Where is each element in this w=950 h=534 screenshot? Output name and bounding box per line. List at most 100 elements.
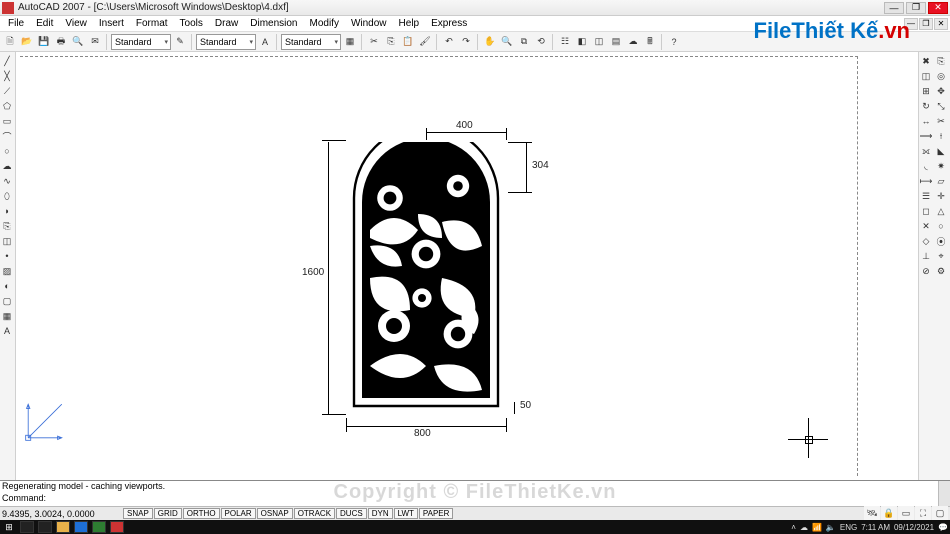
mdi-minimize[interactable]: — xyxy=(904,18,918,30)
menu-format[interactable]: Format xyxy=(130,18,174,29)
taskbar-cortana-icon[interactable] xyxy=(20,521,34,533)
fillet-icon[interactable]: ◟ xyxy=(919,159,933,173)
osnap-quad-icon[interactable]: ◇ xyxy=(919,234,933,248)
osnap-mid-icon[interactable]: △ xyxy=(934,204,948,218)
menu-view[interactable]: View xyxy=(59,18,93,29)
tray-onedrive-icon[interactable]: ☁ xyxy=(800,523,808,532)
line-icon[interactable]: ╱ xyxy=(0,54,14,68)
toggle-ducs[interactable]: DUCS xyxy=(336,508,367,519)
explode-icon[interactable]: ✷ xyxy=(934,159,948,173)
taskbar-edge-icon[interactable] xyxy=(74,521,88,533)
join-icon[interactable]: ⟗ xyxy=(919,144,933,158)
maximize-button[interactable]: ❐ xyxy=(906,2,926,14)
osnap-near-icon[interactable]: ⌖ xyxy=(934,249,948,263)
region-icon[interactable]: ▢ xyxy=(0,294,14,308)
break-icon[interactable]: ⟊ xyxy=(934,129,948,143)
tray-chevron-icon[interactable]: ˄ xyxy=(791,523,796,532)
taskbar-autocad-icon[interactable] xyxy=(110,521,124,533)
insert-icon[interactable]: ⎘ xyxy=(0,219,14,233)
makeblock-icon[interactable]: ◫ xyxy=(0,234,14,248)
mtext-icon[interactable]: A xyxy=(0,324,14,338)
open-icon[interactable]: 📂 xyxy=(19,34,35,50)
text-icon[interactable]: A xyxy=(257,34,273,50)
osnap-perp-icon[interactable]: ⊥ xyxy=(919,249,933,263)
table-icon[interactable]: ▦ xyxy=(342,34,358,50)
menu-express[interactable]: Express xyxy=(425,18,473,29)
revcloud-icon[interactable]: ☁ xyxy=(0,159,14,173)
list-icon[interactable]: ☰ xyxy=(919,189,933,203)
ellipsearc-icon[interactable]: ◗ xyxy=(0,204,14,218)
spline-icon[interactable]: ∿ xyxy=(0,174,14,188)
tray-volume-icon[interactable]: 🔈 xyxy=(826,523,836,532)
extend-icon[interactable]: ⟶ xyxy=(919,129,933,143)
erase-icon[interactable]: ✖ xyxy=(919,54,933,68)
toggle-dyn[interactable]: DYN xyxy=(368,508,393,519)
tray-network-icon[interactable]: 📶 xyxy=(812,523,822,532)
mdi-restore[interactable]: ❐ xyxy=(919,18,933,30)
menu-insert[interactable]: Insert xyxy=(93,18,130,29)
menu-draw[interactable]: Draw xyxy=(209,18,244,29)
toggle-polar[interactable]: POLAR xyxy=(221,508,256,519)
area-icon[interactable]: ▱ xyxy=(934,174,948,188)
copy2-icon[interactable]: ⎘ xyxy=(934,54,948,68)
stretch-icon[interactable]: ↔ xyxy=(919,114,933,128)
command-window[interactable]: Regenerating model - caching viewports. … xyxy=(0,480,950,506)
array-icon[interactable]: ⊞ xyxy=(919,84,933,98)
table2-icon[interactable]: ▦ xyxy=(0,309,14,323)
plot-preview-icon[interactable]: 🔍 xyxy=(70,34,86,50)
zoom-prev-icon[interactable]: ⟲ xyxy=(533,34,549,50)
calc-icon[interactable]: 🖩 xyxy=(642,34,658,50)
new-icon[interactable]: 🗎 xyxy=(2,34,18,50)
textstyle-combo[interactable]: Standard xyxy=(196,34,256,50)
point-icon[interactable]: • xyxy=(0,249,14,263)
gradient-icon[interactable]: ◐ xyxy=(0,279,14,293)
sheetset-icon[interactable]: ▤ xyxy=(608,34,624,50)
offset-icon[interactable]: ◎ xyxy=(934,69,948,83)
minimize-button[interactable]: — xyxy=(884,2,904,14)
menu-window[interactable]: Window xyxy=(345,18,393,29)
hatch-icon[interactable]: ▨ xyxy=(0,264,14,278)
move-icon[interactable]: ✥ xyxy=(934,84,948,98)
pan-icon[interactable]: ✋ xyxy=(482,34,498,50)
pline-icon[interactable]: ⟋ xyxy=(0,84,14,98)
properties-icon[interactable]: ☷ xyxy=(557,34,573,50)
toggle-paper[interactable]: PAPER xyxy=(419,508,454,519)
taskbar-store-icon[interactable] xyxy=(92,521,106,533)
rotate-icon[interactable]: ↻ xyxy=(919,99,933,113)
arc-icon[interactable]: ⌒ xyxy=(0,129,14,143)
menu-help[interactable]: Help xyxy=(393,18,426,29)
id-icon[interactable]: ✛ xyxy=(934,189,948,203)
toggle-lwt[interactable]: LWT xyxy=(394,508,418,519)
tray-notifications-icon[interactable]: 💬 xyxy=(938,523,948,532)
save-icon[interactable]: 💾 xyxy=(36,34,52,50)
zoom-window-icon[interactable]: ⧉ xyxy=(516,34,532,50)
designcenter-icon[interactable]: ◧ xyxy=(574,34,590,50)
osnap-cen-icon[interactable]: ○ xyxy=(934,219,948,233)
toggle-osnap[interactable]: OSNAP xyxy=(257,508,293,519)
trim-icon[interactable]: ✂ xyxy=(934,114,948,128)
start-button[interactable]: ⊞ xyxy=(2,521,16,533)
paste-icon[interactable]: 📋 xyxy=(400,34,416,50)
command-scrollbar[interactable] xyxy=(938,481,950,506)
undo-icon[interactable]: ↶ xyxy=(441,34,457,50)
menu-modify[interactable]: Modify xyxy=(304,18,345,29)
taskbar-taskview-icon[interactable] xyxy=(38,521,52,533)
copy-icon[interactable]: ⎘ xyxy=(383,34,399,50)
toggle-otrack[interactable]: OTRACK xyxy=(294,508,335,519)
tray-time[interactable]: 7:11 AM xyxy=(861,523,890,532)
tray-date[interactable]: 09/12/2021 xyxy=(894,523,934,532)
osnap-tan-icon[interactable]: ⦿ xyxy=(934,234,948,248)
polygon-icon[interactable]: ⬠ xyxy=(0,99,14,113)
menu-edit[interactable]: Edit xyxy=(30,18,59,29)
help-icon[interactable]: ? xyxy=(666,34,682,50)
tablestyle-combo[interactable]: Standard xyxy=(281,34,341,50)
taskbar-explorer-icon[interactable] xyxy=(56,521,70,533)
osnap-set-icon[interactable]: ⚙ xyxy=(934,264,948,278)
osnap-none-icon[interactable]: ⊘ xyxy=(919,264,933,278)
publish-icon[interactable]: ✉ xyxy=(87,34,103,50)
osnap-int-icon[interactable]: ✕ xyxy=(919,219,933,233)
menu-tools[interactable]: Tools xyxy=(174,18,209,29)
scale-icon[interactable]: ⤡ xyxy=(934,99,948,113)
mirror-icon[interactable]: ◫ xyxy=(919,69,933,83)
matchprop-icon[interactable]: 🖌 xyxy=(417,34,433,50)
